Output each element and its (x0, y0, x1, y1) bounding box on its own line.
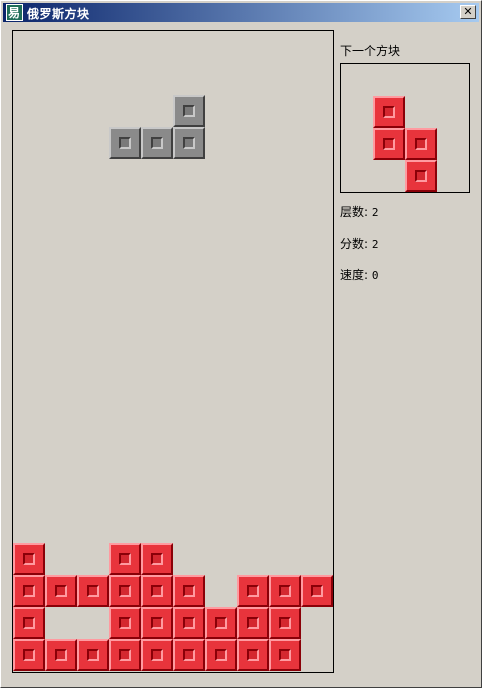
settled-block (141, 543, 173, 575)
settled-block (237, 575, 269, 607)
game-window: 易 俄罗斯方块 ✕ 下一个方块 层数: 2 分数: 2 速度: 0 (0, 0, 482, 688)
close-button[interactable]: ✕ (460, 5, 476, 19)
settled-block (13, 607, 45, 639)
settled-block (205, 639, 237, 671)
settled-block (109, 575, 141, 607)
settled-block (237, 639, 269, 671)
block-bevel (183, 105, 195, 117)
settled-block (13, 575, 45, 607)
settled-block (269, 575, 301, 607)
block-bevel (247, 617, 259, 629)
block-bevel (151, 553, 163, 565)
block-bevel (279, 649, 291, 661)
block-bevel (55, 649, 67, 661)
settled-block (205, 607, 237, 639)
block-bevel (23, 553, 35, 565)
block-bevel (247, 585, 259, 597)
block-bevel (119, 553, 131, 565)
block-bevel (215, 649, 227, 661)
game-board[interactable] (12, 30, 334, 673)
block-bevel (119, 137, 131, 149)
active-piece-block (141, 127, 173, 159)
block-bevel (87, 649, 99, 661)
settled-block (237, 607, 269, 639)
settled-block (45, 639, 77, 671)
settled-block (109, 607, 141, 639)
settled-block (173, 639, 205, 671)
block-bevel (55, 585, 67, 597)
settled-block (13, 639, 45, 671)
block-bevel (415, 138, 427, 150)
settled-block (141, 607, 173, 639)
settled-block (141, 639, 173, 671)
app-icon: 易 (6, 4, 23, 21)
block-bevel (151, 649, 163, 661)
settled-block (141, 575, 173, 607)
next-piece-label: 下一个方块 (340, 44, 401, 58)
block-bevel (119, 617, 131, 629)
settled-block (269, 639, 301, 671)
block-bevel (119, 585, 131, 597)
settled-block (173, 575, 205, 607)
block-bevel (383, 106, 395, 118)
block-bevel (247, 649, 259, 661)
settled-block (109, 543, 141, 575)
block-bevel (279, 585, 291, 597)
settled-block (301, 575, 333, 607)
window-title: 俄罗斯方块 (27, 7, 90, 21)
level-label: 层数: (340, 205, 369, 219)
level-value: 2 (371, 206, 379, 219)
active-piece-block (109, 127, 141, 159)
block-bevel (183, 585, 195, 597)
level-stat: 层数: 2 (340, 203, 379, 220)
block-bevel (279, 617, 291, 629)
score-value: 2 (371, 238, 379, 251)
settled-block (173, 607, 205, 639)
next-piece-block (405, 160, 437, 192)
score-stat: 分数: 2 (340, 235, 379, 252)
block-bevel (151, 585, 163, 597)
settled-block (45, 575, 77, 607)
speed-label: 速度: (340, 268, 369, 282)
block-bevel (87, 585, 99, 597)
next-piece-block (373, 96, 405, 128)
block-bevel (215, 617, 227, 629)
block-bevel (119, 649, 131, 661)
next-piece-block (405, 128, 437, 160)
settled-block (77, 575, 109, 607)
block-bevel (183, 137, 195, 149)
block-bevel (151, 137, 163, 149)
settled-block (269, 607, 301, 639)
block-bevel (311, 585, 323, 597)
block-bevel (183, 649, 195, 661)
block-bevel (415, 170, 427, 182)
block-bevel (151, 617, 163, 629)
speed-stat: 速度: 0 (340, 266, 379, 283)
block-bevel (23, 585, 35, 597)
block-bevel (383, 138, 395, 150)
next-piece-block (373, 128, 405, 160)
block-bevel (23, 649, 35, 661)
settled-block (77, 639, 109, 671)
block-bevel (23, 617, 35, 629)
block-bevel (183, 617, 195, 629)
speed-value: 0 (371, 269, 379, 282)
title-bar[interactable]: 易 俄罗斯方块 ✕ (3, 3, 479, 22)
next-piece-preview (340, 63, 470, 193)
active-piece-block (173, 95, 205, 127)
settled-block (109, 639, 141, 671)
settled-block (13, 543, 45, 575)
active-piece-block (173, 127, 205, 159)
score-label: 分数: (340, 237, 369, 251)
